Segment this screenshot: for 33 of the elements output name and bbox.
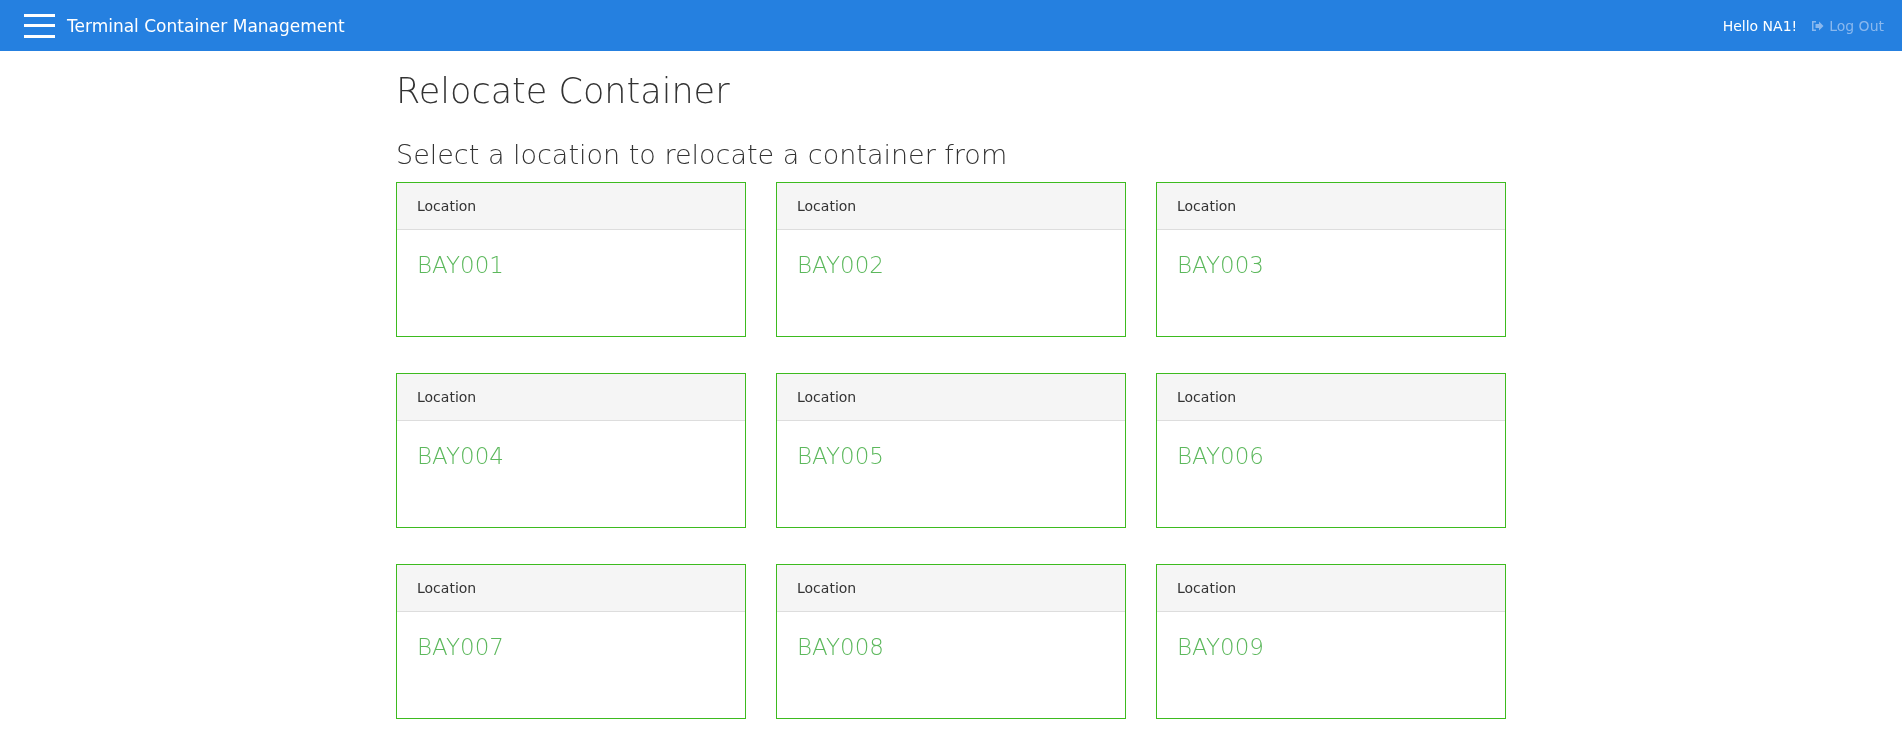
location-name: BAY005 bbox=[797, 443, 884, 469]
location-name: BAY008 bbox=[797, 634, 884, 660]
location-card[interactable]: Location BAY005 bbox=[776, 373, 1126, 528]
location-card[interactable]: Location BAY004 bbox=[396, 373, 746, 528]
location-name: BAY006 bbox=[1177, 443, 1264, 469]
menu-icon[interactable] bbox=[24, 13, 55, 38]
logout-icon bbox=[1811, 19, 1825, 32]
location-name: BAY001 bbox=[417, 252, 504, 278]
card-header: Location bbox=[1157, 565, 1505, 612]
card-header: Location bbox=[777, 374, 1125, 421]
card-header: Location bbox=[397, 374, 745, 421]
location-name: BAY007 bbox=[417, 634, 504, 660]
card-header: Location bbox=[1157, 183, 1505, 230]
greeting-text: Hello NA1! bbox=[1722, 17, 1798, 34]
location-card[interactable]: Location BAY001 bbox=[396, 182, 746, 337]
location-name: BAY003 bbox=[1177, 252, 1264, 278]
page-title: Relocate Container bbox=[396, 71, 731, 111]
card-header: Location bbox=[777, 565, 1125, 612]
location-card[interactable]: Location BAY006 bbox=[1156, 373, 1506, 528]
location-name: BAY002 bbox=[797, 252, 884, 278]
card-header: Location bbox=[1157, 374, 1505, 421]
location-name: BAY009 bbox=[1177, 634, 1264, 660]
location-card[interactable]: Location BAY002 bbox=[776, 182, 1126, 337]
location-card[interactable]: Location BAY003 bbox=[1156, 182, 1506, 337]
location-card[interactable]: Location BAY007 bbox=[396, 564, 746, 719]
location-card[interactable]: Location BAY008 bbox=[776, 564, 1126, 719]
card-header: Location bbox=[777, 183, 1125, 230]
app-title[interactable]: Terminal Container Management bbox=[67, 15, 345, 36]
location-card[interactable]: Location BAY009 bbox=[1156, 564, 1506, 719]
location-name: BAY004 bbox=[417, 443, 504, 469]
card-header: Location bbox=[397, 565, 745, 612]
page-subtitle: Select a location to relocate a container from bbox=[396, 139, 1009, 170]
card-header: Location bbox=[397, 183, 745, 230]
